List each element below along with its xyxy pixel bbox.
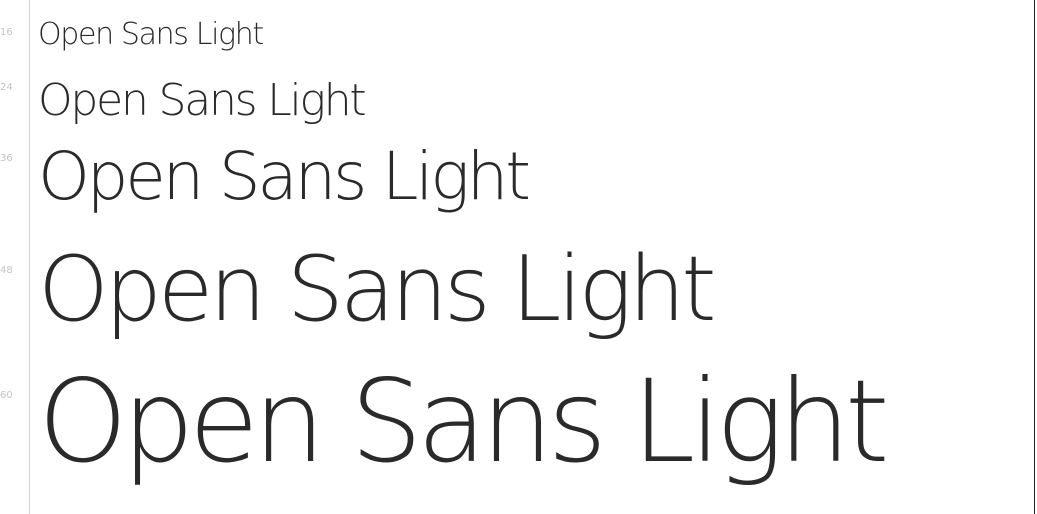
size-label-16: 16 [0,27,13,38]
size-label-48: 48 [0,265,13,276]
font-sample-60: Open Sans Light [38,355,890,488]
right-edge-border [1034,0,1035,514]
font-sample-48: Open Sans Light [38,237,717,342]
font-sample-16: Open Sans Light [38,17,264,52]
font-sample-24: Open Sans Light [38,75,367,126]
font-specimen-page: { "specimens": [ { "size_label": "16", "… [0,0,1037,514]
size-label-60: 60 [0,390,13,401]
gutter-divider [29,0,30,514]
size-label-24: 24 [0,82,13,93]
size-label-36: 36 [0,153,13,164]
font-sample-36: Open Sans Light [38,138,531,215]
